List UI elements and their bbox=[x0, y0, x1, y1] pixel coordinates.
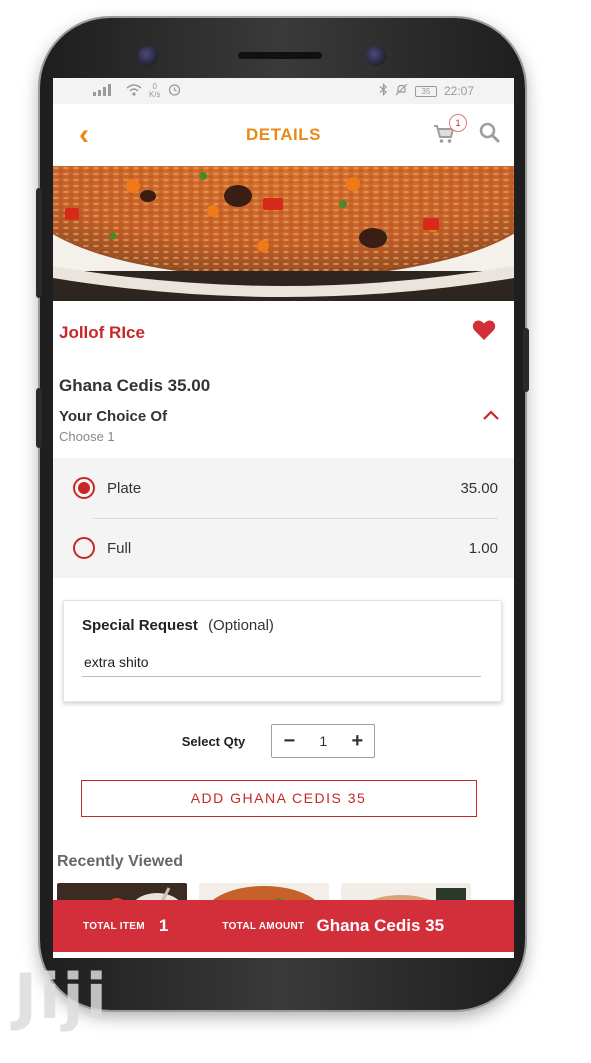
special-request-input[interactable] bbox=[82, 650, 481, 677]
special-request-card: Special Request (Optional) bbox=[63, 600, 502, 702]
speed-unit: K/s bbox=[149, 90, 161, 99]
favorite-heart-icon[interactable] bbox=[472, 319, 496, 346]
total-amount-label: TOTAL AMOUNT bbox=[222, 920, 305, 932]
back-arrow-icon[interactable]: ‹ bbox=[79, 120, 89, 150]
quantity-value: 1 bbox=[319, 733, 328, 749]
volume-button bbox=[36, 188, 42, 298]
bluetooth-icon bbox=[379, 83, 388, 99]
options-list: Plate 35.00 Full 1.00 bbox=[53, 458, 514, 578]
radio-button-selected[interactable] bbox=[73, 477, 95, 499]
add-to-cart-button[interactable]: ADD GHANA CEDIS 35 bbox=[80, 780, 477, 817]
radio-dot bbox=[78, 482, 90, 494]
option-label: Full bbox=[107, 539, 132, 557]
radio-button[interactable] bbox=[73, 537, 95, 559]
chevron-up-icon[interactable] bbox=[482, 408, 500, 426]
battery-icon: 35 bbox=[414, 85, 437, 97]
jiji-watermark-logo: Jiji bbox=[14, 960, 109, 1033]
option-label: Plate bbox=[107, 479, 142, 497]
cart-summary-bar[interactable]: TOTAL ITEM 1 TOTAL AMOUNT Ghana Cedis 35 bbox=[53, 900, 514, 952]
status-bar: 0 K/s 35 22:07 bbox=[53, 78, 514, 104]
cart-button[interactable]: 1 bbox=[433, 114, 467, 146]
option-plate[interactable]: Plate 35.00 bbox=[53, 458, 514, 518]
food-image bbox=[53, 166, 514, 301]
cart-count-badge: 1 bbox=[449, 114, 467, 132]
app-header: ‹ DETAILS 1 bbox=[53, 104, 514, 166]
special-request-title: Special Request bbox=[82, 617, 198, 634]
earpiece-speaker bbox=[238, 52, 322, 59]
optional-label: (Optional) bbox=[208, 617, 274, 634]
option-full[interactable]: Full 1.00 bbox=[53, 518, 514, 578]
bixby-button bbox=[36, 388, 42, 448]
quantity-label: Select Qty bbox=[181, 733, 246, 749]
choice-subtitle: Choose 1 bbox=[59, 429, 115, 444]
power-button bbox=[523, 328, 529, 392]
choice-title: Your Choice Of bbox=[59, 408, 168, 425]
option-divider bbox=[93, 518, 498, 519]
alarm-icon bbox=[168, 83, 181, 99]
search-icon[interactable] bbox=[479, 122, 500, 148]
mute-icon bbox=[395, 83, 408, 99]
choice-section-header[interactable]: Your Choice Of bbox=[53, 396, 514, 426]
total-item-value: 1 bbox=[158, 916, 169, 935]
iris-sensor bbox=[366, 46, 386, 66]
option-price: 1.00 bbox=[468, 539, 498, 557]
app-screen: 0 K/s 35 22:07 ‹ DETAILS 1 Jollof RIce G… bbox=[53, 78, 514, 958]
signal-icon bbox=[93, 83, 119, 99]
total-item-label: TOTAL ITEM bbox=[83, 920, 145, 932]
increase-button[interactable]: + bbox=[348, 730, 366, 753]
quantity-stepper[interactable]: − 1 + bbox=[271, 724, 376, 758]
item-name: Jollof RIce bbox=[59, 322, 145, 342]
front-camera bbox=[138, 46, 158, 66]
recently-viewed-title: Recently Viewed bbox=[57, 853, 183, 870]
status-time: 22:07 bbox=[443, 84, 474, 98]
wifi-icon bbox=[126, 83, 142, 99]
item-price: Ghana Cedis 35.00 bbox=[59, 376, 211, 395]
option-price: 35.00 bbox=[460, 479, 498, 497]
decrease-button[interactable]: − bbox=[280, 730, 298, 753]
total-amount-value: Ghana Cedis 35 bbox=[316, 916, 445, 935]
network-speed: 0 K/s bbox=[149, 83, 161, 99]
quantity-row: Select Qty − 1 + bbox=[53, 724, 514, 758]
